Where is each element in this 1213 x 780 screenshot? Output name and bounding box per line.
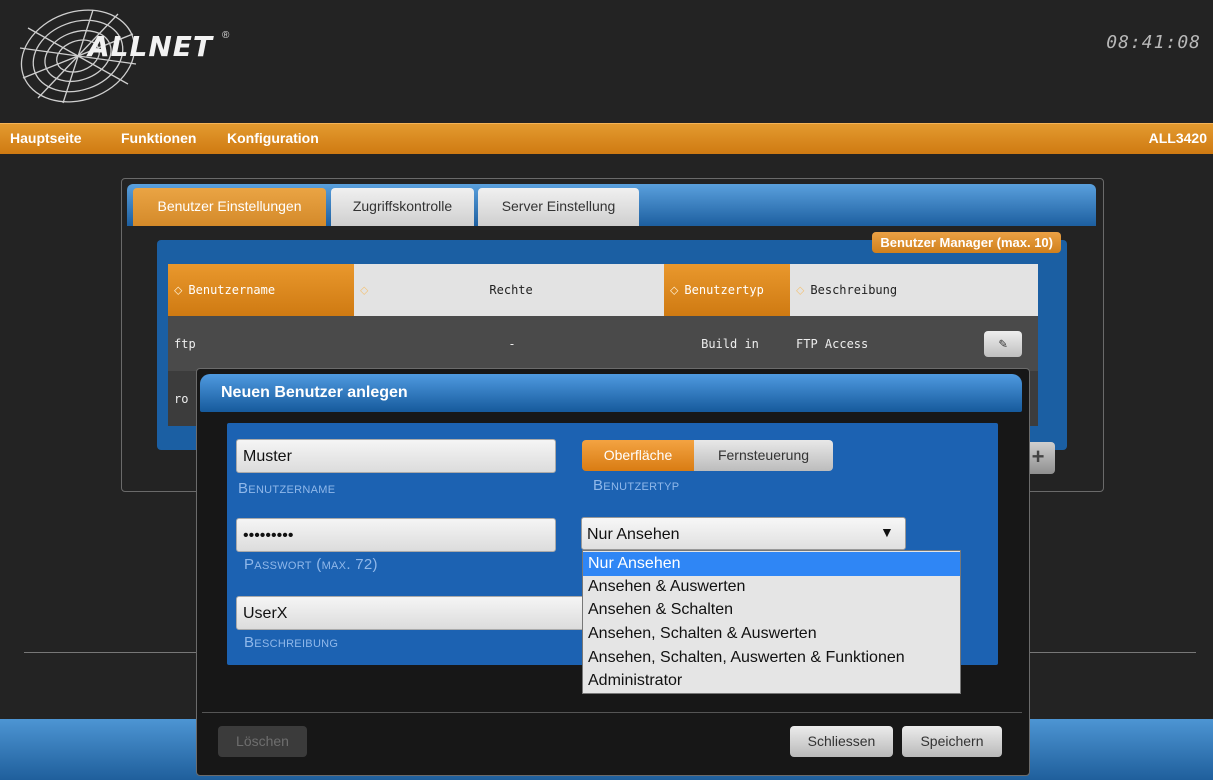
nav-funktionen[interactable]: Funktionen	[121, 130, 196, 146]
registered-mark: ®	[222, 30, 230, 41]
tab-server-einstellung[interactable]: Server Einstellung	[478, 188, 639, 226]
cell-description: FTP Access	[790, 316, 962, 371]
rights-option[interactable]: Ansehen, Schalten & Auswerten	[583, 622, 960, 646]
rights-option[interactable]: Ansehen & Auswerten	[583, 575, 960, 599]
usertype-caption: Benutzertyp	[593, 477, 680, 494]
description-input[interactable]: UserX	[236, 596, 586, 630]
dropdown-arrow-icon[interactable]: ▼	[880, 524, 894, 540]
username-caption: Benutzername	[238, 480, 336, 497]
password-input[interactable]: •••••••••	[236, 518, 556, 552]
dialog-title: Neuen Benutzer anlegen	[221, 384, 408, 401]
rights-option[interactable]: Administrator	[583, 669, 960, 693]
tab-zugriffskontrolle[interactable]: Zugriffskontrolle	[331, 188, 474, 226]
rights-option[interactable]: Ansehen, Schalten, Auswerten & Funktione…	[583, 646, 960, 670]
table-row[interactable]: ftp - Build in FTP Access ✎	[168, 316, 1038, 371]
close-button[interactable]: Schliessen	[790, 726, 893, 757]
rights-select[interactable]: Nur Ansehen	[581, 517, 906, 550]
column-header-benutzertyp[interactable]: ⬦ Benutzertyp	[664, 264, 790, 316]
logo-text: ALLNET	[88, 30, 214, 63]
rights-option[interactable]: Ansehen & Schalten	[583, 598, 960, 622]
table-header-row: ⬦ Benutzername ⬦ Rechte ⬦ Benutzertyp ⬦ Besc…	[168, 264, 1038, 316]
cell-rights: -	[354, 316, 664, 371]
username-input[interactable]: Muster	[236, 439, 556, 473]
main-nav-bar: Hauptseite Funktionen Konfiguration ALL3…	[0, 123, 1213, 154]
cell-username: ftp	[168, 316, 354, 371]
usertype-oberflaeche-button[interactable]: Oberfläche	[582, 440, 694, 471]
nav-konfiguration[interactable]: Konfiguration	[227, 130, 319, 146]
delete-button[interactable]: Löschen	[218, 726, 307, 757]
column-header-benutzername[interactable]: ⬦ Benutzername	[168, 264, 354, 316]
sort-icon: ⬦	[360, 282, 369, 297]
column-header-rechte[interactable]: ⬦ Rechte	[354, 264, 664, 316]
tab-benutzer-einstellungen[interactable]: Benutzer Einstellungen	[133, 188, 326, 226]
sort-icon: ⬦	[796, 282, 805, 297]
usertype-fernsteuerung-button[interactable]: Fernsteuerung	[694, 440, 833, 471]
column-header-actions	[962, 264, 1038, 316]
user-manager-label: Benutzer Manager (max. 10)	[872, 232, 1061, 253]
cell-usertype: Build in	[664, 316, 790, 371]
device-model: ALL3420	[1148, 130, 1207, 146]
nav-hauptseite[interactable]: Hauptseite	[10, 130, 82, 146]
clock: 08:41:08	[1106, 32, 1201, 53]
sort-icon: ⬦	[174, 282, 183, 297]
password-caption: Passwort (max. 72)	[244, 556, 378, 573]
dialog-footer-divider	[202, 712, 1022, 713]
description-caption: Beschreibung	[244, 634, 339, 651]
column-header-beschreibung[interactable]: ⬦ Beschreibung	[790, 264, 962, 316]
rights-dropdown-list: Nur Ansehen Ansehen & Auswerten Ansehen …	[582, 550, 961, 694]
save-button[interactable]: Speichern	[902, 726, 1002, 757]
rights-option[interactable]: Nur Ansehen	[583, 552, 960, 576]
sort-icon: ⬦	[670, 282, 679, 297]
edit-pencil-icon[interactable]: ✎	[984, 330, 1022, 357]
